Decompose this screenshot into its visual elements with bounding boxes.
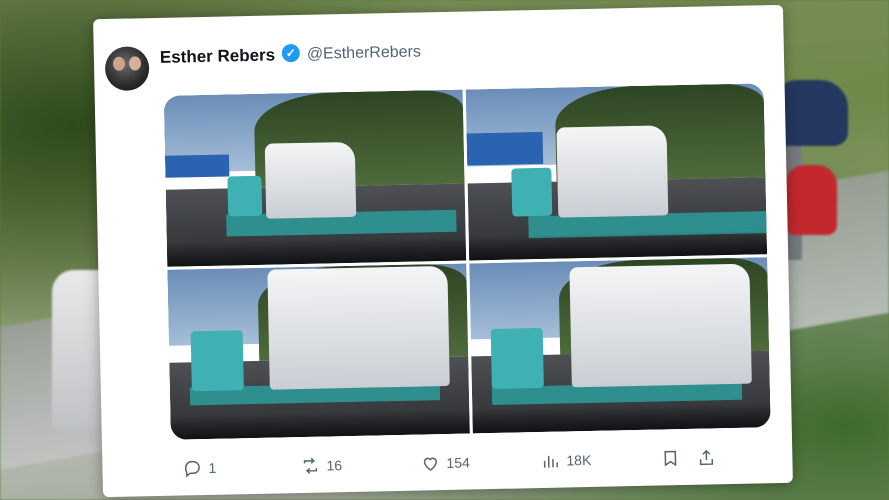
reply-count: 1 <box>208 459 217 476</box>
share-icon <box>699 449 714 466</box>
bookmark-icon <box>664 450 677 467</box>
views-count: 18K <box>566 451 592 469</box>
author-handle[interactable]: @EstherRebers <box>307 43 421 63</box>
photo-4[interactable] <box>468 256 771 434</box>
photo-3[interactable] <box>167 263 470 440</box>
tweet-actions: 1 16 154 18K <box>182 443 762 481</box>
photo-2[interactable] <box>465 83 768 260</box>
avatar[interactable] <box>104 46 150 92</box>
repost-icon <box>303 457 318 474</box>
media-grid <box>163 83 771 440</box>
heart-icon <box>423 457 437 471</box>
tweet-card: Esther Rebers ✓ @EstherRebers 1 16 154 1… <box>93 4 793 498</box>
repost-count: 16 <box>326 457 343 474</box>
background-red-car <box>785 165 837 235</box>
author-name[interactable]: Esther Rebers <box>160 45 276 67</box>
verified-badge-icon: ✓ <box>281 43 301 63</box>
like-button[interactable]: 154 <box>420 449 470 476</box>
views-button[interactable]: 18K <box>540 447 591 474</box>
reply-icon <box>184 460 200 478</box>
like-count: 154 <box>446 454 470 471</box>
bookmark-button[interactable] <box>660 445 681 471</box>
bar-chart-icon <box>543 455 558 468</box>
photo-1[interactable] <box>163 89 466 267</box>
repost-button[interactable]: 16 <box>300 452 342 479</box>
share-button[interactable] <box>696 444 717 470</box>
reply-button[interactable]: 1 <box>182 455 216 482</box>
